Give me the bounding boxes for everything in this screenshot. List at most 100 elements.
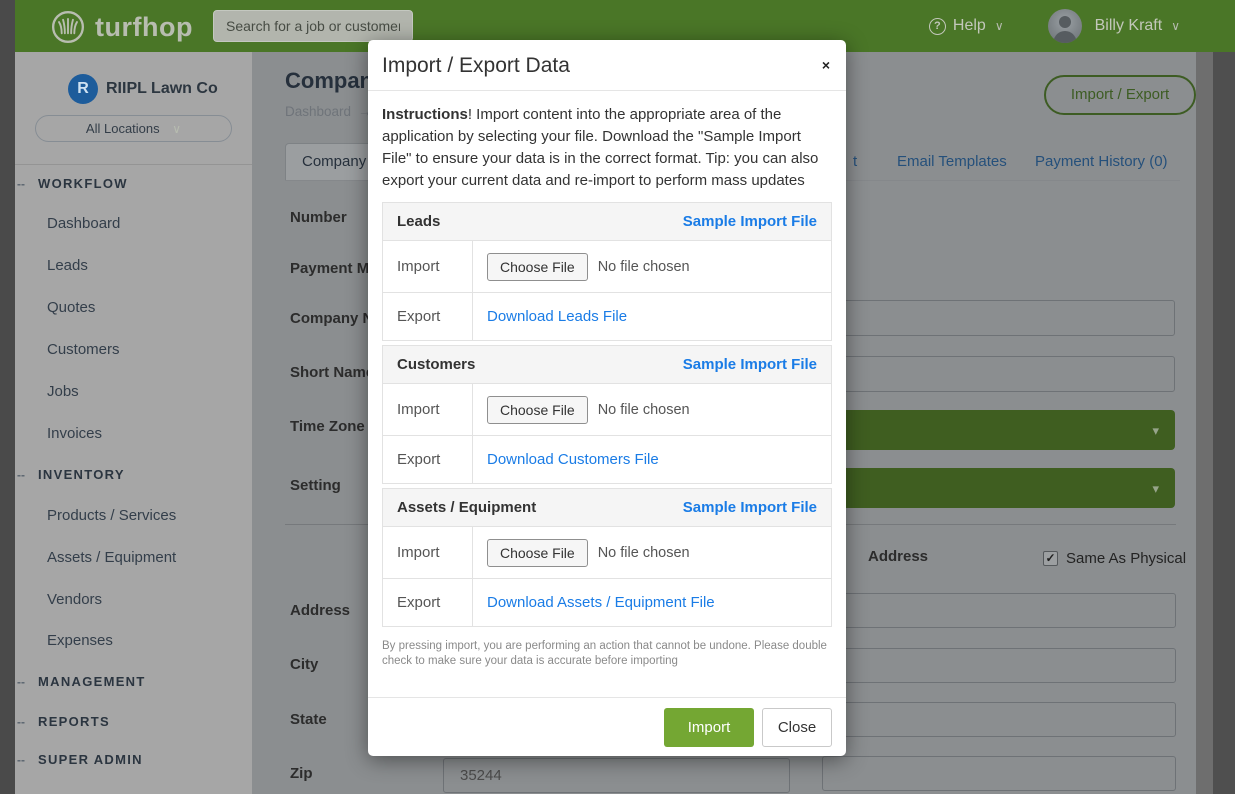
brand-text: turfhop [95,12,193,43]
company-name: RIIPL Lawn Co [106,80,218,98]
app-screen: turfhop ? Help ∨ Billy Kraft ∨ R RIIPL L… [0,0,1235,794]
download-customers-link[interactable]: Download Customers File [487,451,659,468]
leads-section-header: Leads Sample Import File [383,203,831,241]
export-label: Export [383,579,473,626]
export-label: Export [383,293,473,340]
top-bar-right: ? Help ∨ Billy Kraft ∨ [929,0,1180,52]
sidebar-item-expenses[interactable]: Expenses [15,632,252,649]
help-menu[interactable]: Help [953,17,986,35]
sidebar-item-jobs[interactable]: Jobs [15,383,252,400]
customers-sample-import-link[interactable]: Sample Import File [683,356,817,373]
mailing-state-field[interactable] [822,702,1176,737]
sidebar: R RIIPL Lawn Co All Locations ∨ --WORKFL… [15,52,252,794]
zip-field[interactable] [443,758,790,793]
assets-choose-file-button[interactable]: Choose File [487,539,588,567]
modal-body: Instructions! Import content into the ap… [368,104,846,669]
company-badge: R [68,74,98,104]
search-input[interactable] [213,10,413,42]
tab-payment-history[interactable]: Payment History (0) [1035,153,1168,170]
left-edge-strip [0,0,15,794]
chevron-down-icon: ▾ [1152,481,1159,497]
customers-section-header: Customers Sample Import File [383,346,831,384]
close-icon[interactable]: × [822,58,830,72]
label-city: City [290,656,318,673]
label-state: State [290,711,327,728]
same-as-physical-checkbox[interactable]: ✓ [1043,551,1058,566]
sidebar-item-assets-equipment[interactable]: Assets / Equipment [15,549,252,566]
import-label: Import [383,241,473,292]
nav-section-workflow: --WORKFLOW [15,176,252,191]
leads-export-row: Export Download Leads File [383,293,831,340]
mailing-city-field[interactable] [822,648,1176,683]
label-time-zone: Time Zone [290,418,365,435]
page-scrollbar[interactable] [1213,52,1235,794]
tree-dash-icon: -- [17,715,25,729]
label-address: Address [290,602,350,619]
nav-section-inventory: --INVENTORY [15,467,252,482]
assets-sample-import-link[interactable]: Sample Import File [683,499,817,516]
label-zip: Zip [290,765,313,782]
nav-section-management: --MANAGEMENT [15,674,252,689]
assets-export-row: Export Download Assets / Equipment File [383,579,831,626]
assets-import-row: Import Choose File No file chosen [383,527,831,579]
customers-choose-file-button[interactable]: Choose File [487,396,588,424]
tab-email-templates[interactable]: Email Templates [897,153,1007,170]
customers-export-row: Export Download Customers File [383,436,831,483]
chevron-down-icon: ∨ [1171,19,1180,33]
mailing-zip-field[interactable] [822,756,1176,791]
turfhop-logo: turfhop [50,9,193,45]
tree-dash-icon: -- [17,468,25,482]
mailing-address-field[interactable] [822,593,1176,628]
import-button[interactable]: Import [664,708,754,747]
customers-import-row: Import Choose File No file chosen [383,384,831,436]
label-company-name: Company N [290,310,373,327]
sidebar-item-quotes[interactable]: Quotes [15,299,252,316]
leads-sample-import-link[interactable]: Sample Import File [683,213,817,230]
leads-no-file-text: No file chosen [598,259,690,275]
sidebar-item-leads[interactable]: Leads [15,257,252,274]
download-leads-link[interactable]: Download Leads File [487,308,627,325]
section-title: Assets / Equipment [397,499,536,516]
tree-dash-icon: -- [17,177,25,191]
leads-import-row: Import Choose File No file chosen [383,241,831,293]
nav-section-reports: --REPORTS [15,714,252,729]
sidebar-item-products-services[interactable]: Products / Services [15,507,252,524]
help-icon: ? [929,18,946,35]
sidebar-divider [15,164,252,165]
label-payment-method: Payment M [290,260,369,277]
user-menu[interactable]: Billy Kraft [1095,17,1163,35]
download-assets-link[interactable]: Download Assets / Equipment File [487,594,715,611]
import-label: Import [383,384,473,435]
sidebar-item-dashboard[interactable]: Dashboard [15,215,252,232]
modal-header: Import / Export Data × [368,40,846,91]
chevron-down-icon: ∨ [172,122,181,136]
global-search [213,10,413,42]
assets-section-header: Assets / Equipment Sample Import File [383,489,831,527]
import-export-button[interactable]: Import / Export [1044,75,1196,115]
tab-cutoff[interactable]: t [853,153,857,170]
location-selector[interactable]: All Locations ∨ [35,115,232,142]
tree-dash-icon: -- [17,753,25,767]
sidebar-item-vendors[interactable]: Vendors [15,591,252,608]
avatar[interactable] [1048,9,1082,43]
nav-section-super-admin: --SUPER ADMIN [15,752,252,767]
close-button[interactable]: Close [762,708,832,747]
chevron-down-icon: ∨ [995,19,1004,33]
sidebar-item-customers[interactable]: Customers [15,341,252,358]
same-as-physical-label: Same As Physical [1066,550,1186,567]
chevron-down-icon: ▾ [1152,423,1159,439]
modal-title: Import / Export Data [382,54,832,78]
modal-footer: Import Close [368,697,846,756]
label-short-name: Short Name [290,364,374,381]
label-number: Number [290,209,347,226]
section-title: Customers [397,356,475,373]
leads-section: Leads Sample Import File Import Choose F… [382,202,832,341]
leads-choose-file-button[interactable]: Choose File [487,253,588,281]
label-setting: Setting [290,477,341,494]
import-label: Import [383,527,473,578]
sidebar-item-invoices[interactable]: Invoices [15,425,252,442]
breadcrumb-root[interactable]: Dashboard [285,104,351,119]
import-export-modal: Import / Export Data × Instructions! Imp… [368,40,846,756]
assets-no-file-text: No file chosen [598,545,690,561]
tree-dash-icon: -- [17,675,25,689]
